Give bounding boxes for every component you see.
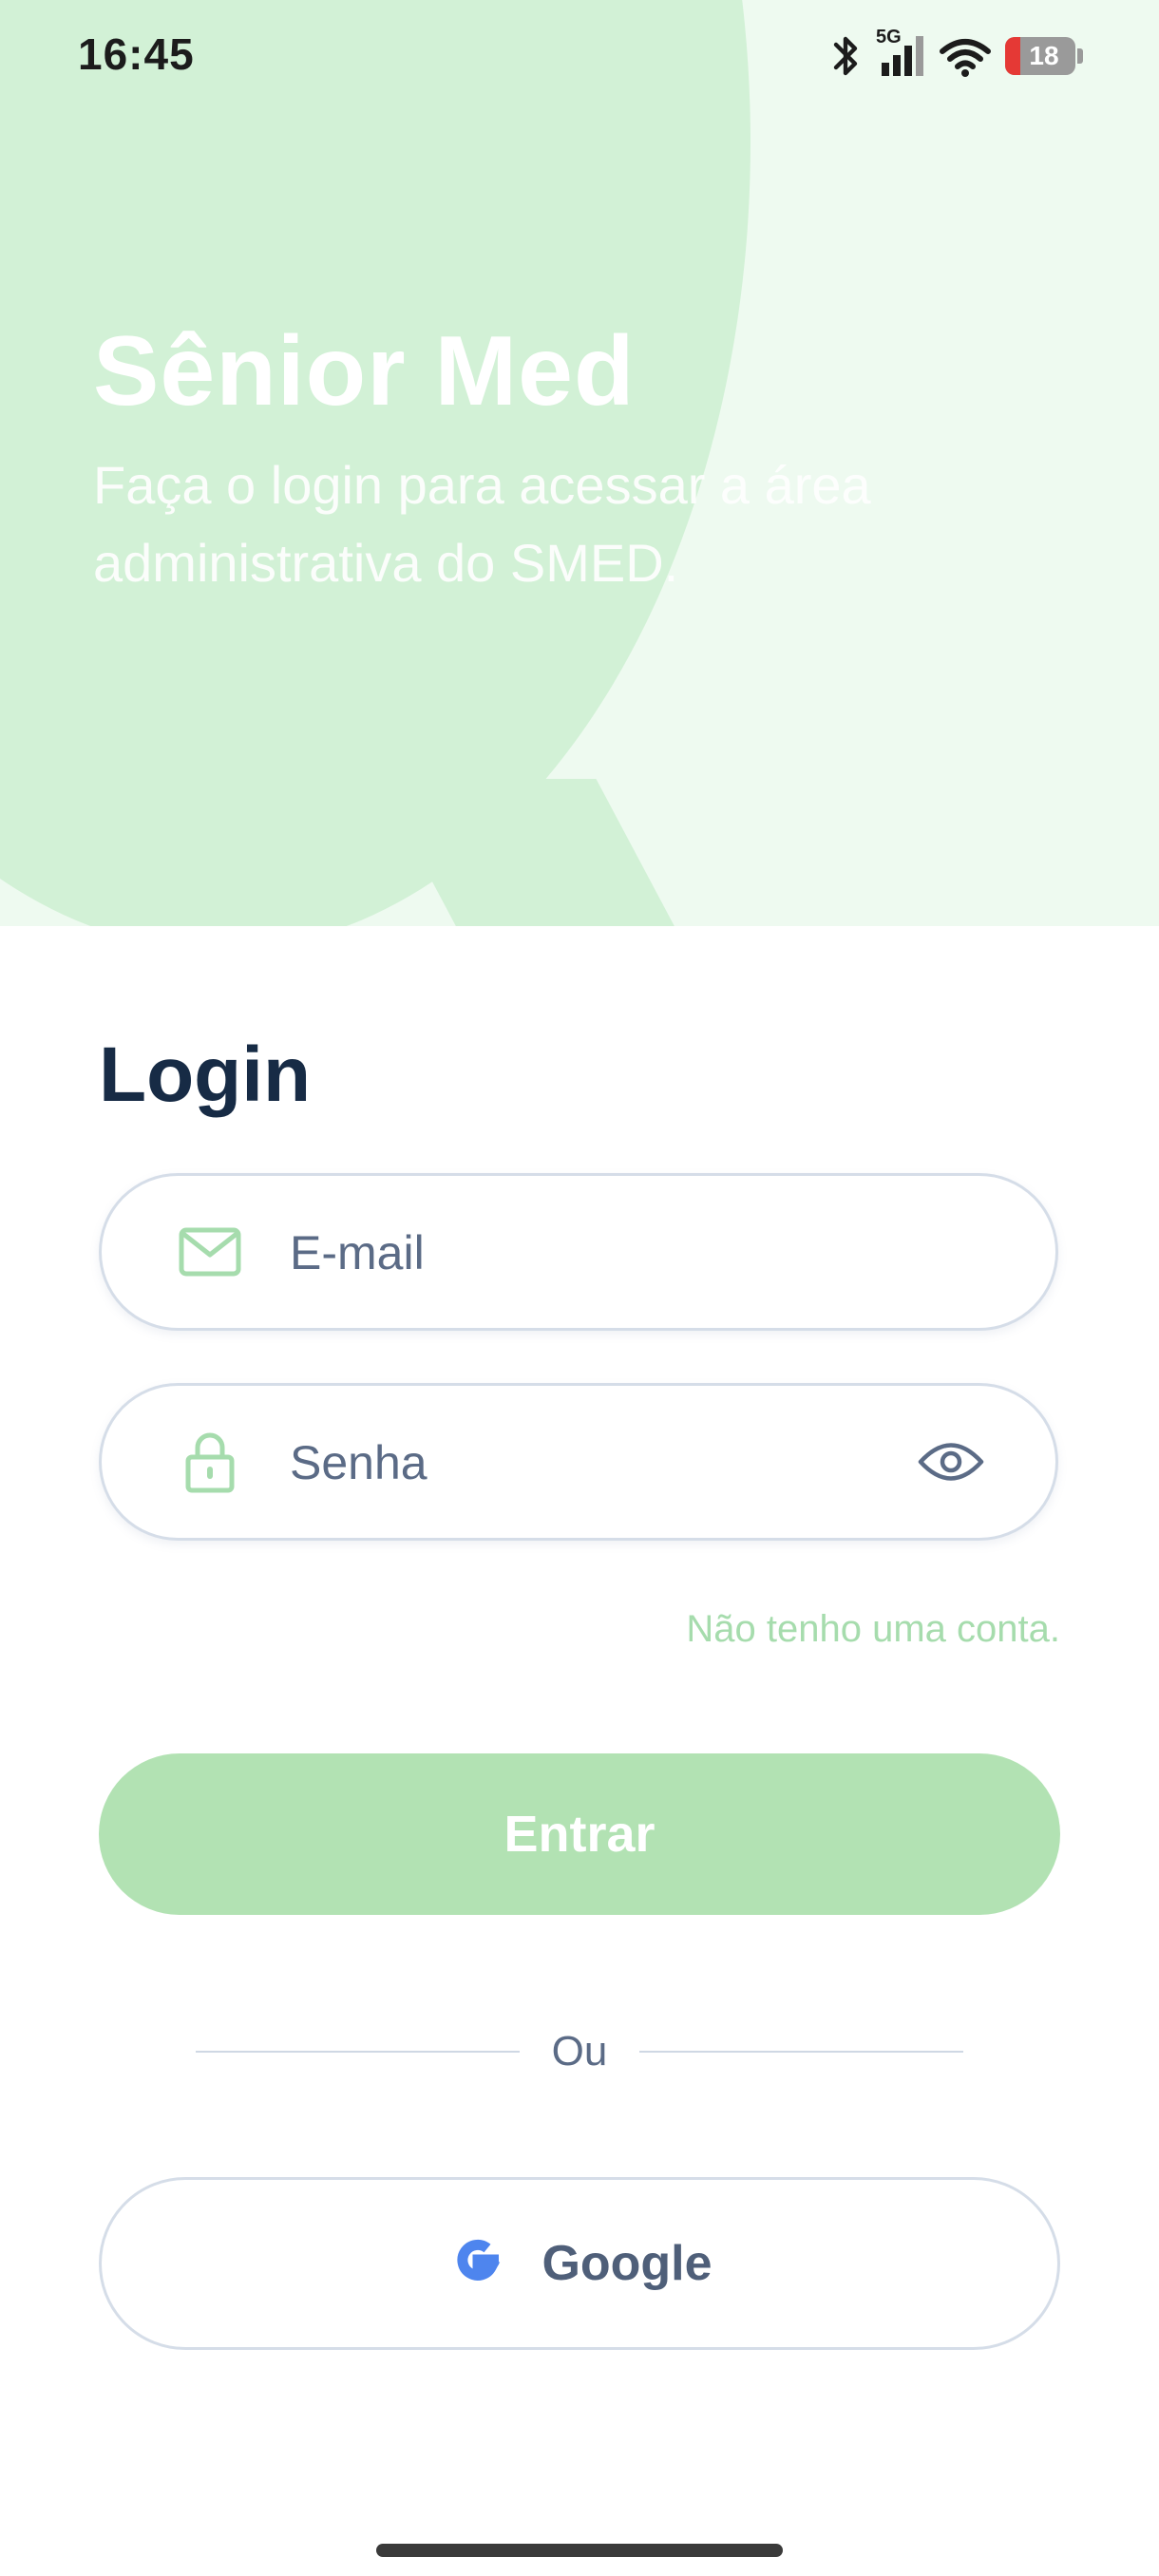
app-subtitle: Faça o login para acessar a área adminis… xyxy=(93,455,871,593)
lock-icon xyxy=(176,1428,244,1496)
home-indicator[interactable] xyxy=(376,2544,783,2557)
google-button-label: Google xyxy=(542,2236,712,2291)
login-screen: 16:45 5G 18 Sênior Med Faça o login para… xyxy=(0,0,1159,2576)
app-title: Sênior Med xyxy=(93,316,636,426)
login-heading: Login xyxy=(99,1032,312,1118)
signal-icon: 5G xyxy=(876,27,925,78)
wifi-icon xyxy=(939,34,992,78)
bluetooth-icon xyxy=(826,33,864,79)
battery-nub xyxy=(1077,48,1083,64)
mail-icon xyxy=(176,1218,244,1286)
battery-level: 18 xyxy=(1029,41,1059,70)
status-bar: 16:45 5G 18 xyxy=(0,0,1159,114)
status-time: 16:45 xyxy=(78,29,195,79)
network-type: 5G xyxy=(876,27,902,47)
login-button[interactable]: Entrar xyxy=(99,1753,1060,1915)
battery-low-segment xyxy=(1005,37,1020,75)
google-icon xyxy=(446,2231,507,2297)
or-divider: Ou xyxy=(196,2023,964,2080)
password-input[interactable] xyxy=(288,1414,919,1511)
hero-decor-tail xyxy=(377,779,677,926)
eye-icon[interactable] xyxy=(915,1426,987,1498)
hero-header: 16:45 5G 18 Sênior Med Faça o login para… xyxy=(0,0,1159,926)
divider-line-right xyxy=(639,2051,964,2053)
password-field[interactable] xyxy=(99,1383,1058,1541)
status-icons: 5G 18 xyxy=(826,27,1083,80)
email-input[interactable] xyxy=(288,1204,919,1301)
divider-line-left xyxy=(196,2051,520,2053)
battery-icon: 18 xyxy=(1005,37,1083,75)
email-field[interactable] xyxy=(99,1173,1058,1331)
google-signin-button[interactable]: Google xyxy=(99,2177,1060,2350)
battery-body: 18 xyxy=(1005,37,1075,75)
divider-text: Ou xyxy=(551,2028,608,2074)
no-account-link[interactable]: Não tenho uma conta. xyxy=(686,1608,1060,1651)
